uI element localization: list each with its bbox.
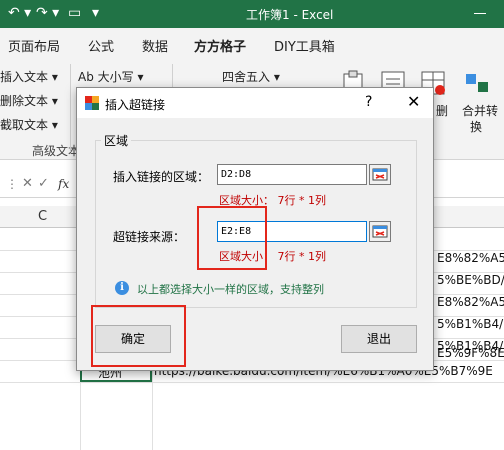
merge-convert-label-2[interactable]: 换 bbox=[470, 118, 482, 135]
source-label: 超链接来源： bbox=[113, 230, 186, 244]
help-icon[interactable]: ? bbox=[365, 94, 372, 110]
column-header-c[interactable]: C bbox=[38, 209, 47, 224]
cancel-icon[interactable]: ✕ bbox=[22, 176, 33, 191]
cell-url-fragment[interactable]: 5%B1%B4/ bbox=[437, 317, 503, 331]
range-picker-icon bbox=[372, 225, 388, 238]
insert-area-label: 插入链接的区域： bbox=[113, 170, 210, 184]
delete-text-button[interactable]: 删除文本 ▾ bbox=[0, 92, 58, 109]
redo-icon[interactable]: ↷ ▾ bbox=[36, 5, 59, 21]
range-picker-icon bbox=[372, 168, 388, 181]
insert-area-input[interactable]: D2:D8 bbox=[217, 164, 367, 185]
grid-line bbox=[0, 382, 504, 383]
cell-url-fragment[interactable]: E8%82%A5/ bbox=[437, 295, 504, 309]
case-button[interactable]: Ab 大小写 ▾ bbox=[78, 68, 143, 85]
tab-formulas[interactable]: 公式 bbox=[88, 36, 114, 55]
info-text: 以上都选择大小一样的区域，支持整列 bbox=[137, 283, 324, 296]
insert-area-picker-button[interactable] bbox=[369, 164, 391, 185]
cell-url-fragment[interactable]: E8%82%A5/ bbox=[437, 251, 504, 265]
dialog-app-icon bbox=[85, 96, 99, 110]
title-bar: ↶ ▾ ↷ ▾ ▭ ▾ 工作簿1 - Excel bbox=[0, 0, 504, 28]
quick-access-menu-icon[interactable]: ▾ bbox=[92, 5, 99, 21]
tab-page-layout[interactable]: 页面布局 bbox=[8, 36, 60, 55]
cut-text-button[interactable]: 截取文本 ▾ bbox=[0, 116, 58, 133]
cell-url-fragment[interactable]: 5%BE%BD/ bbox=[437, 273, 504, 287]
merge-convert-label[interactable]: 合并转 bbox=[462, 102, 498, 119]
dialog-title-bar: 插入超链接 ? ✕ bbox=[77, 88, 433, 118]
formula-menu-icon[interactable]: ⋮ bbox=[6, 177, 18, 191]
minimize-icon[interactable] bbox=[474, 13, 486, 14]
close-icon[interactable]: ✕ bbox=[407, 92, 420, 111]
cell-url-fragment[interactable]: E5%9F%8E bbox=[437, 346, 504, 360]
ribbon-separator bbox=[70, 64, 71, 152]
dialog-title: 插入超链接 bbox=[105, 98, 166, 112]
tab-diy-toolbox[interactable]: DIY工具箱 bbox=[274, 36, 335, 55]
highlight-box-ok bbox=[91, 305, 186, 367]
undo-icon[interactable]: ↶ ▾ bbox=[8, 5, 31, 21]
fx-icon[interactable]: fx bbox=[58, 177, 69, 191]
highlight-box-source bbox=[197, 206, 267, 270]
window-title: 工作簿1 - Excel bbox=[246, 8, 334, 22]
enter-icon[interactable]: ✓ bbox=[38, 176, 49, 191]
tab-data[interactable]: 数据 bbox=[142, 36, 168, 55]
region-group-label: 区域 bbox=[101, 132, 132, 149]
source-picker-button[interactable] bbox=[369, 221, 391, 242]
round-button[interactable]: 四舍五入 ▾ bbox=[222, 68, 280, 85]
delete-label[interactable]: 删 bbox=[436, 102, 448, 119]
insert-text-button[interactable]: 插入文本 ▾ bbox=[0, 68, 58, 85]
info-icon: i bbox=[115, 281, 129, 295]
tab-fangfang[interactable]: 方方格子 bbox=[194, 36, 247, 61]
merge-convert-icon[interactable] bbox=[462, 68, 492, 98]
save-icon[interactable]: ▭ bbox=[68, 5, 81, 21]
ribbon-tabs: 页面布局 公式 数据 方方格子 DIY工具箱 bbox=[0, 28, 504, 61]
advanced-text-group-label: 高级文本 bbox=[32, 144, 81, 158]
exit-button[interactable]: 退出 bbox=[341, 325, 417, 353]
